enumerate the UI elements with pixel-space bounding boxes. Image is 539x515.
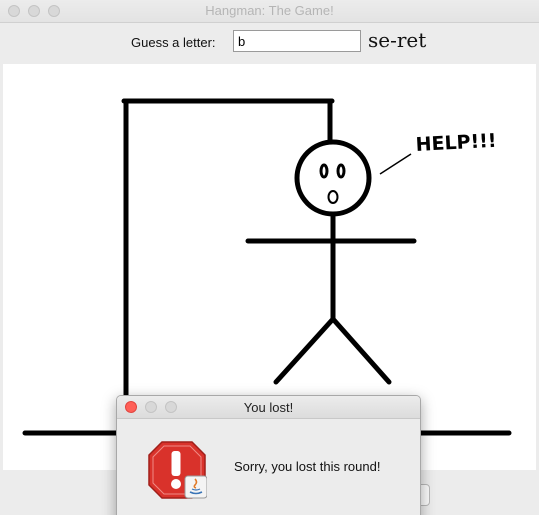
dialog-title: You lost! — [243, 400, 294, 415]
guess-input[interactable] — [233, 30, 361, 52]
speech-text: HELP!!! — [415, 130, 497, 156]
stickman-mouth — [327, 190, 339, 204]
dialog-title-bar: You lost! — [117, 396, 420, 419]
stickman-left-leg — [273, 316, 336, 385]
title-bar: Hangman: The Game! — [0, 0, 539, 23]
dialog-message: Sorry, you lost this round! — [234, 459, 381, 474]
main-window: Hangman: The Game! Guess a letter: se-re… — [0, 0, 539, 515]
word-display: se-ret — [368, 28, 427, 52]
speech-pointer — [379, 153, 412, 175]
lost-dialog: You lost! Sorry, you lost this round! — [116, 395, 421, 515]
window-title: Hangman: The Game! — [205, 3, 334, 18]
stickman-right-leg — [330, 316, 392, 385]
guess-label: Guess a letter: — [131, 35, 216, 50]
stickman-left-eye — [319, 163, 329, 179]
stickman-right-eye — [336, 163, 346, 179]
stop-warning-icon — [148, 441, 207, 499]
guess-toolbar: Guess a letter: se-ret — [0, 23, 539, 63]
